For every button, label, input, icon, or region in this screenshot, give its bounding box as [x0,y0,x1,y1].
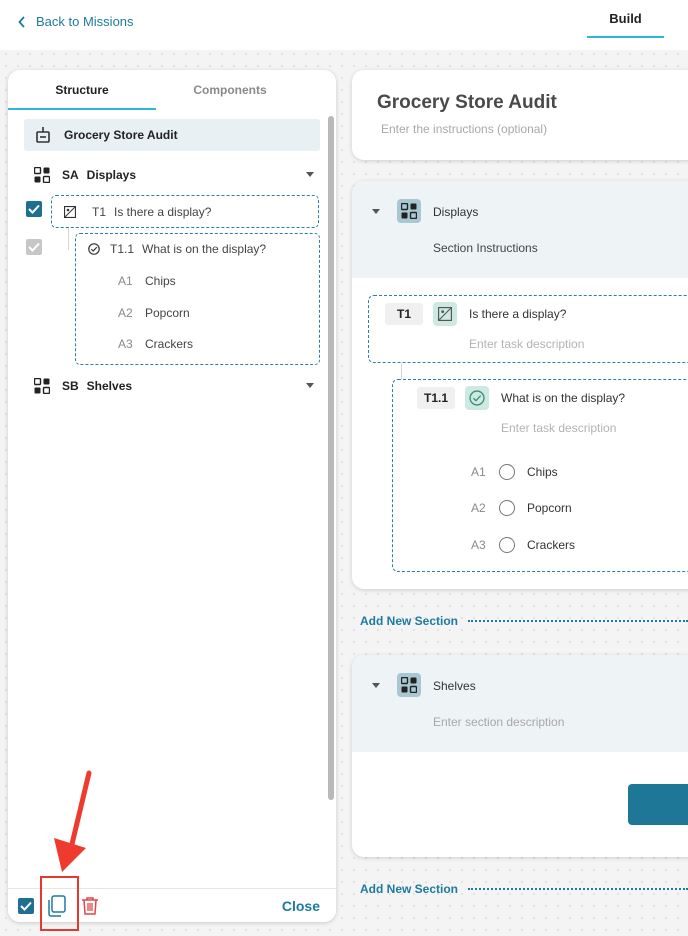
tree-connector [68,228,69,250]
image-icon [64,205,76,218]
section-header: Shelves Enter section description [352,655,688,752]
back-to-missions-link[interactable]: Back to Missions [18,14,134,29]
subtask-code: T1.1 [110,242,135,256]
annotation-highlight-box [40,876,79,931]
add-new-section-label: Add New Section [360,882,459,896]
grid-icon [34,378,50,394]
subtask-header: T1.1 What is on the display? [88,242,266,256]
radio-button[interactable] [499,500,515,516]
section-code: SB [62,379,79,393]
subtask-title[interactable]: What is on the display? [501,391,625,405]
add-task-button[interactable] [628,784,688,825]
task-tag: T1.1 [417,387,455,409]
mission-icon [36,127,50,143]
tree-answer[interactable]: A1 Chips [118,274,176,288]
answer-label: Popcorn [145,306,190,320]
close-button[interactable]: Close [282,898,320,914]
section-grid-icon [397,199,421,223]
divider [468,888,688,890]
check-icon [28,204,40,214]
check-icon [28,242,40,252]
caret-down-icon[interactable] [306,172,314,177]
task-description-field[interactable]: Enter task description [469,337,584,351]
option-label: Popcorn [527,501,572,515]
tab-components[interactable]: Components [156,70,304,110]
section-header: Displays Section Instructions [352,181,688,278]
tab-structure[interactable]: Structure [8,70,156,110]
radio-button[interactable] [499,464,515,480]
mission-title[interactable]: Grocery Store Audit [377,92,557,114]
section-card-shelves: Shelves Enter section description [352,655,688,857]
tree-section-sb[interactable]: SB Shelves [34,374,314,398]
answer-option[interactable]: A1 Chips [471,464,558,480]
option-label: Chips [527,465,558,479]
select-all-checkbox[interactable] [18,898,34,914]
answer-code: A1 [118,274,133,288]
caret-down-icon[interactable] [372,683,380,688]
check-circle-icon [88,243,100,255]
annotation-arrow-icon [54,770,92,872]
check-circle-icon [465,386,489,410]
section-name[interactable]: Displays [433,205,478,219]
divider [468,620,688,622]
task-card-t1-1[interactable]: T1.1 What is on the display? Enter task … [392,379,688,572]
grid-icon [34,167,50,183]
image-icon [433,302,457,326]
tree-subtask-t1-1[interactable]: T1.1 What is on the display? A1 Chips A2… [75,233,320,365]
subtask-checkbox[interactable] [26,239,42,255]
panel-tabs: Structure Components [8,70,336,110]
instructions-field[interactable]: Enter the instructions (optional) [381,122,547,136]
section-name: Displays [86,168,137,182]
subtask-description-field[interactable]: Enter task description [501,421,616,435]
tab-build[interactable]: Build [587,0,664,38]
task-card-t1[interactable]: T1 Is there a display? Enter task descri… [368,295,688,363]
add-new-section-link[interactable]: Add New Section [360,614,688,628]
task-label: Is there a display? [114,204,212,219]
task-connector [401,363,402,379]
back-to-missions-label: Back to Missions [36,14,134,29]
section-name: Shelves [86,379,133,393]
tree-section-sa[interactable]: SA Displays [34,163,314,187]
tree-item-audit[interactable]: Grocery Store Audit [24,119,320,151]
answer-label: Crackers [145,337,194,351]
top-bar: Back to Missions Build [0,0,688,50]
section-description-field[interactable]: Enter section description [433,715,564,729]
option-code: A2 [471,501,486,515]
add-new-section-link[interactable]: Add New Section [360,882,688,896]
panel-scrollbar[interactable] [328,116,334,800]
section-instructions[interactable]: Section Instructions [433,241,538,255]
option-code: A3 [471,538,486,552]
task-tag: T1 [385,303,423,325]
tree-answer[interactable]: A2 Popcorn [118,306,190,320]
task-title[interactable]: Is there a display? [469,307,566,321]
subtask-label: What is on the display? [142,242,267,256]
tree-answer[interactable]: A3 Crackers [118,337,193,351]
answer-code: A3 [118,337,133,351]
option-code: A1 [471,465,486,479]
answer-code: A2 [118,306,133,320]
task-checkbox[interactable] [26,201,42,217]
radio-button[interactable] [499,537,515,553]
section-code: SA [62,168,79,182]
mission-title-card: Grocery Store Audit Enter the instructio… [352,70,688,160]
add-new-section-label: Add New Section [360,614,459,628]
answer-option[interactable]: A3 Crackers [471,537,575,553]
tree-task-t1[interactable]: T1 Is there a display? [51,195,319,228]
check-icon [20,901,32,911]
section-name[interactable]: Shelves [433,679,476,693]
answer-option[interactable]: A2 Popcorn [471,500,572,516]
caret-down-icon[interactable] [306,383,314,388]
tree-audit-label: Grocery Store Audit [64,128,178,142]
caret-down-icon[interactable] [372,209,380,214]
trash-icon[interactable] [81,896,99,916]
section-card-displays: Displays Section Instructions T1 Is ther… [352,181,688,589]
answer-label: Chips [145,274,176,288]
section-grid-icon [397,673,421,697]
option-label: Crackers [527,538,576,552]
task-code: T1 [92,204,107,219]
chevron-left-icon [18,15,25,28]
